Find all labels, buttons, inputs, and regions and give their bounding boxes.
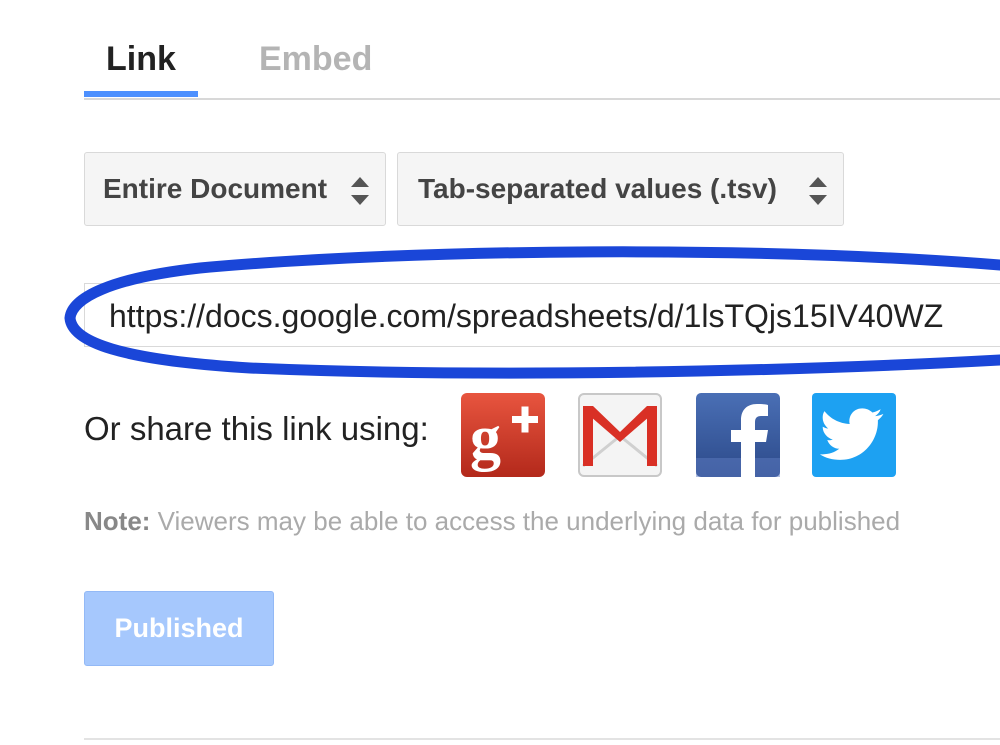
scope-select-value: Entire Document [103,173,328,204]
tab-bar: Link Embed [84,38,1000,100]
facebook-icon[interactable] [695,392,781,478]
select-arrows-icon [809,177,827,205]
select-arrows-icon [351,177,369,205]
published-url-field[interactable]: https://docs.google.com/spreadsheets/d/1… [84,283,1000,347]
format-select[interactable]: Tab-separated values (.tsv) [397,152,844,226]
published-button[interactable]: Published [84,591,274,666]
publish-note: Note: Viewers may be able to access the … [84,506,900,537]
note-label: Note: [84,506,151,536]
svg-text:g: g [470,404,501,472]
published-url-text: https://docs.google.com/spreadsheets/d/1… [109,298,944,334]
publish-to-web-dialog: Link Embed Entire Document Tab-separated… [0,0,1000,745]
gmail-icon[interactable] [577,392,663,478]
bottom-divider [84,738,1000,740]
note-text: Viewers may be able to access the underl… [150,506,901,536]
google-plus-icon[interactable]: g [460,392,546,478]
format-select-value: Tab-separated values (.tsv) [418,173,777,204]
scope-select[interactable]: Entire Document [84,152,386,226]
tab-embed[interactable]: Embed [259,40,372,79]
active-tab-indicator [84,91,198,97]
twitter-icon[interactable] [811,392,897,478]
share-label: Or share this link using: [84,410,429,447]
tab-link[interactable]: Link [106,40,176,79]
